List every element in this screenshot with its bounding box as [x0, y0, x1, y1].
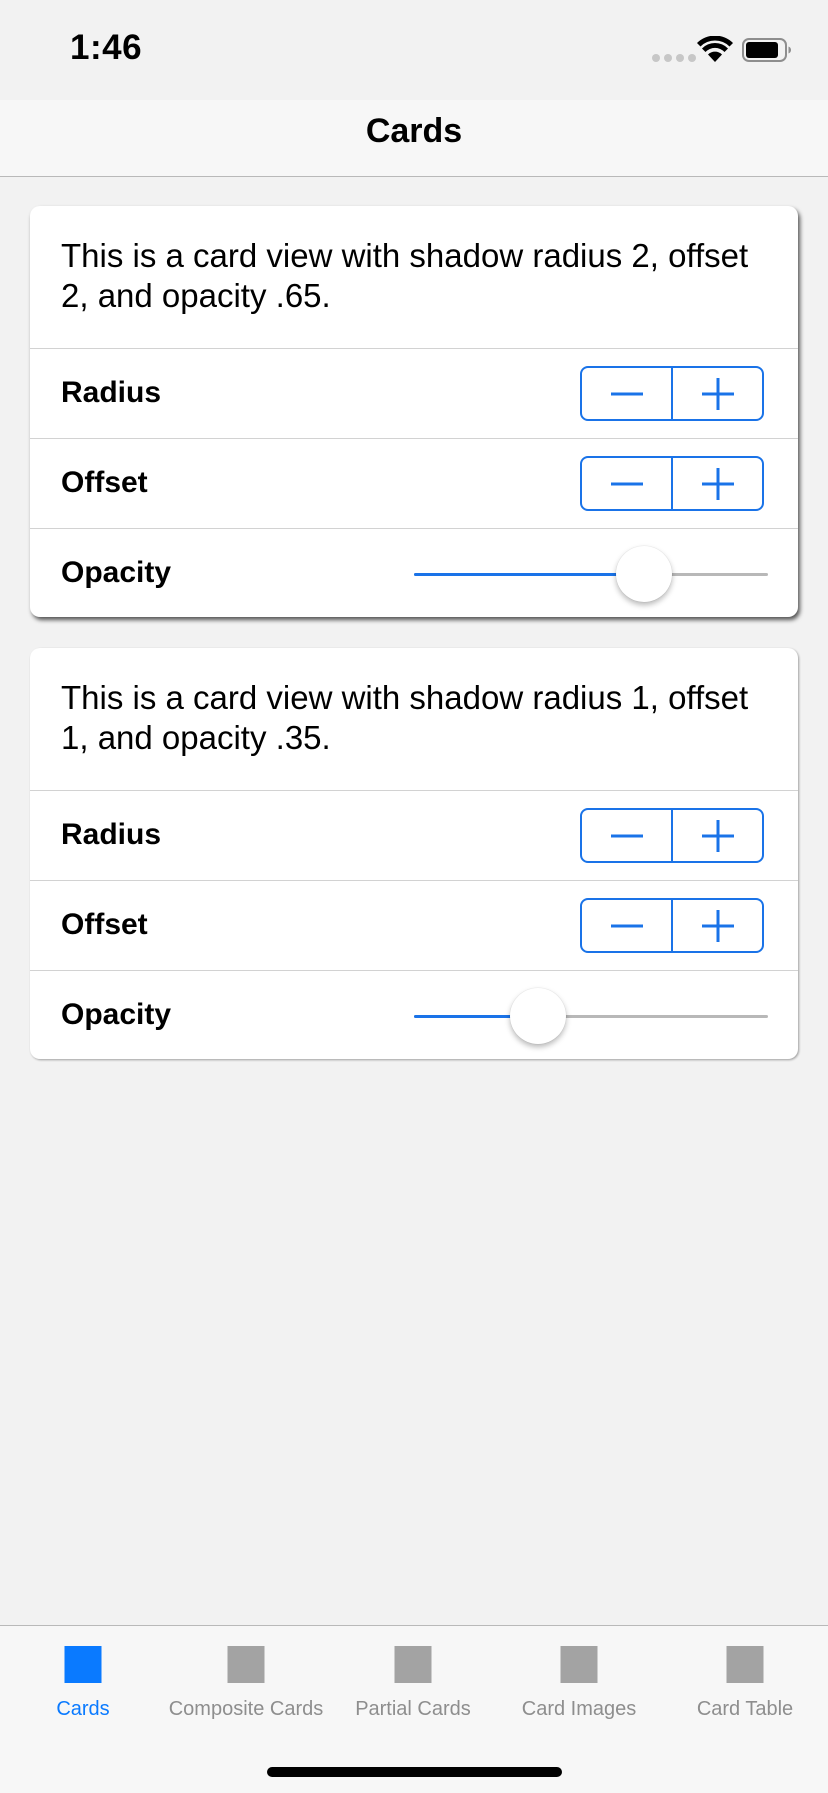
plus-icon: [701, 377, 734, 410]
offset-row: Offset: [30, 880, 798, 971]
card-description: This is a card view with shadow radius 2…: [61, 237, 749, 314]
opacity-label: Opacity: [61, 556, 172, 589]
wifi-icon: [697, 36, 733, 62]
radius-increment-button[interactable]: [671, 368, 762, 419]
radius-label: Radius: [61, 376, 162, 409]
radius-label: Radius: [61, 818, 162, 851]
tab-label: Card Table: [696, 1698, 794, 1720]
offset-row: Offset: [30, 438, 798, 529]
tab-cards[interactable]: Cards: [0, 1626, 166, 1736]
radius-stepper[interactable]: [580, 808, 764, 863]
card-table-tab-icon: [726, 1646, 764, 1683]
offset-stepper[interactable]: [580, 898, 764, 953]
status-time: 1:46: [70, 28, 143, 67]
slider-thumb[interactable]: [616, 546, 673, 602]
tab-label: Card Images: [521, 1698, 637, 1720]
minus-icon: [610, 482, 643, 485]
tab-card-images[interactable]: Card Images: [496, 1626, 662, 1736]
plus-icon: [701, 819, 734, 852]
radius-stepper[interactable]: [580, 366, 764, 421]
opacity-row: Opacity: [30, 970, 798, 1060]
offset-increment-button[interactable]: [671, 458, 762, 509]
opacity-slider[interactable]: [414, 988, 768, 1044]
radius-decrement-button[interactable]: [582, 368, 671, 419]
tab-label: Cards: [56, 1698, 110, 1720]
slider-fill: [414, 573, 645, 576]
plus-icon: [701, 467, 734, 500]
plus-icon: [701, 909, 734, 942]
partial-cards-tab-icon: [394, 1646, 432, 1683]
tab-label: Partial Cards: [355, 1698, 471, 1720]
offset-increment-button[interactable]: [671, 900, 762, 951]
radius-increment-button[interactable]: [671, 810, 762, 861]
radius-row: Radius: [30, 790, 798, 881]
status-bar: 1:46: [0, 0, 828, 100]
minus-icon: [610, 924, 643, 927]
card-1: This is a card view with shadow radius 2…: [30, 206, 798, 617]
tab-composite-cards[interactable]: Composite Cards: [163, 1626, 329, 1736]
card-2: This is a card view with shadow radius 1…: [30, 648, 798, 1059]
cards-tab-icon: [64, 1646, 102, 1683]
offset-stepper[interactable]: [580, 456, 764, 511]
slider-thumb[interactable]: [509, 988, 566, 1044]
tab-card-table[interactable]: Card Table: [662, 1626, 828, 1736]
radius-decrement-button[interactable]: [582, 810, 671, 861]
navigation-bar: Cards: [0, 100, 828, 177]
tab-label: Composite Cards: [168, 1698, 324, 1720]
opacity-row: Opacity: [30, 528, 798, 618]
composite-cards-tab-icon: [227, 1646, 265, 1683]
cellular-signal-icon: [652, 54, 696, 62]
offset-decrement-button[interactable]: [582, 458, 671, 509]
minus-icon: [610, 392, 643, 395]
home-indicator: [267, 1767, 562, 1777]
opacity-label: Opacity: [61, 998, 172, 1031]
tab-partial-cards[interactable]: Partial Cards: [330, 1626, 496, 1736]
minus-icon: [610, 834, 643, 837]
card-images-tab-icon: [560, 1646, 598, 1683]
offset-label: Offset: [61, 466, 148, 499]
page-title: Cards: [365, 112, 463, 150]
card-description: This is a card view with shadow radius 1…: [61, 679, 749, 756]
offset-label: Offset: [61, 908, 148, 941]
radius-row: Radius: [30, 348, 798, 439]
opacity-slider[interactable]: [414, 546, 768, 602]
battery-icon: [742, 38, 791, 62]
offset-decrement-button[interactable]: [582, 900, 671, 951]
